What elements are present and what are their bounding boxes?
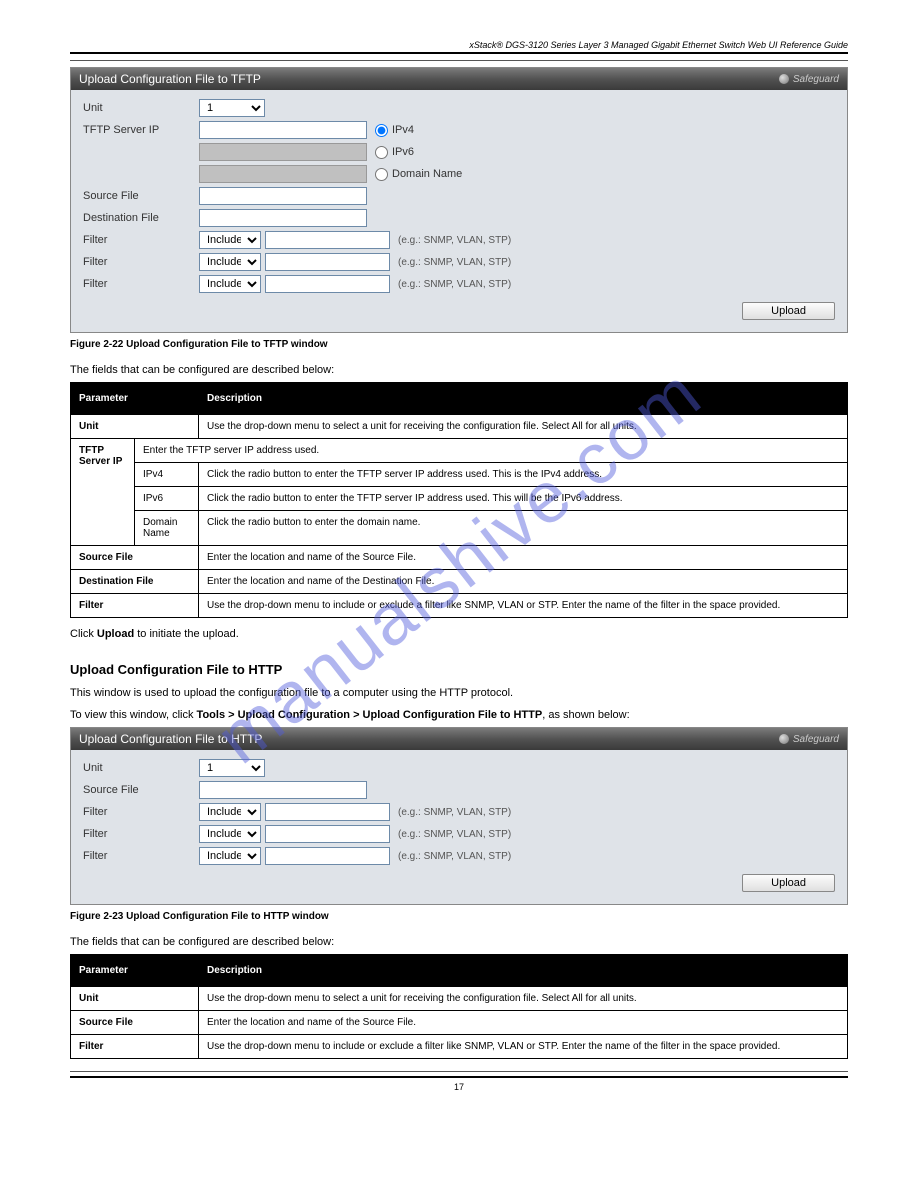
safeguard-badge: Safeguard [779, 74, 839, 85]
source-file-input-2[interactable] [199, 781, 367, 799]
filter-input-6[interactable] [265, 847, 390, 865]
safeguard-icon [779, 734, 789, 744]
filter-hint-3: (e.g.: SNMP, VLAN, STP) [398, 279, 511, 290]
filter-label-1: Filter [83, 234, 199, 246]
table-row: IPv6 Click the radio button to enter the… [71, 487, 848, 511]
filter-input-1[interactable] [265, 231, 390, 249]
unit-select-2[interactable]: 1 [199, 759, 265, 777]
table-row: Domain Name Click the radio button to en… [71, 511, 848, 546]
ipv4-radio[interactable] [375, 124, 388, 137]
table-row: TFTP Server IP Enter the TFTP server IP … [71, 439, 848, 463]
table2-header-description: Description [199, 955, 848, 987]
table-row: Filter Use the drop-down menu to include… [71, 594, 848, 618]
filter-label-4: Filter [83, 806, 199, 818]
parameter-table-1: Parameter Description Unit Use the drop-… [70, 382, 848, 618]
upload-paragraph: Click Upload to initiate the upload. [70, 628, 848, 640]
ipv6-radio[interactable] [375, 146, 388, 159]
unit-label-2: Unit [83, 762, 199, 774]
filter-hint-1: (e.g.: SNMP, VLAN, STP) [398, 235, 511, 246]
http-panel: Upload Configuration File to HTTP Safegu… [70, 727, 848, 905]
filter-label-5: Filter [83, 828, 199, 840]
http-panel-title: Upload Configuration File to HTTP [79, 732, 262, 746]
source-file-input[interactable] [199, 187, 367, 205]
filter-select-3[interactable]: Include [199, 275, 261, 293]
filter-hint-2: (e.g.: SNMP, VLAN, STP) [398, 257, 511, 268]
safeguard-icon [779, 74, 789, 84]
filter-input-4[interactable] [265, 803, 390, 821]
filter-input-2[interactable] [265, 253, 390, 271]
destination-file-label: Destination File [83, 212, 199, 224]
filter-select-4[interactable]: Include [199, 803, 261, 821]
table1-header-parameter: Parameter [71, 383, 199, 415]
table1-header-description: Description [199, 383, 848, 415]
table-row: Destination File Enter the location and … [71, 570, 848, 594]
tftp-panel-title: Upload Configuration File to TFTP [79, 72, 261, 86]
filter-input-3[interactable] [265, 275, 390, 293]
domain-radio[interactable] [375, 168, 388, 181]
unit-select[interactable]: 1 [199, 99, 265, 117]
ipv4-label: IPv4 [392, 124, 414, 136]
ipv4-input[interactable] [199, 121, 367, 139]
page-footer: 17 [70, 1071, 848, 1092]
section-nav: To view this window, click Tools > Uploa… [70, 709, 848, 721]
filter-label-2: Filter [83, 256, 199, 268]
table2-header-parameter: Parameter [71, 955, 199, 987]
safeguard-badge-2: Safeguard [779, 734, 839, 745]
filter-select-6[interactable]: Include [199, 847, 261, 865]
table-row: Source File Enter the location and name … [71, 546, 848, 570]
filter-input-5[interactable] [265, 825, 390, 843]
upload-button-http[interactable]: Upload [742, 874, 835, 892]
table-row: Unit Use the drop-down menu to select a … [71, 987, 848, 1011]
source-file-label: Source File [83, 190, 199, 202]
source-file-label-2: Source File [83, 784, 199, 796]
filter-label-3: Filter [83, 278, 199, 290]
figure-caption-2: Figure 2-23 Upload Configuration File to… [70, 911, 848, 922]
desc-1: The fields that can be configured are de… [70, 364, 848, 376]
figure-caption-1: Figure 2-22 Upload Configuration File to… [70, 339, 848, 350]
table-row: Source File Enter the location and name … [71, 1011, 848, 1035]
page-header: xStack® DGS-3120 Series Layer 3 Managed … [70, 40, 848, 54]
table-row: Unit Use the drop-down menu to select a … [71, 415, 848, 439]
destination-file-input[interactable] [199, 209, 367, 227]
tftp-panel: Upload Configuration File to TFTP Safegu… [70, 67, 848, 333]
filter-select-2[interactable]: Include [199, 253, 261, 271]
domain-label: Domain Name [392, 168, 462, 180]
filter-label-6: Filter [83, 850, 199, 862]
desc-2: The fields that can be configured are de… [70, 936, 848, 948]
filter-select-5[interactable]: Include [199, 825, 261, 843]
parameter-table-2: Parameter Description Unit Use the drop-… [70, 954, 848, 1059]
ipv6-label: IPv6 [392, 146, 414, 158]
table-row: IPv4 Click the radio button to enter the… [71, 463, 848, 487]
filter-select-1[interactable]: Include [199, 231, 261, 249]
domain-input [199, 165, 367, 183]
filter-hint-4: (e.g.: SNMP, VLAN, STP) [398, 807, 511, 818]
section-heading-http: Upload Configuration File to HTTP [70, 662, 848, 677]
upload-button-tftp[interactable]: Upload [742, 302, 835, 320]
table-row: Filter Use the drop-down menu to include… [71, 1035, 848, 1059]
filter-hint-5: (e.g.: SNMP, VLAN, STP) [398, 829, 511, 840]
unit-label: Unit [83, 102, 199, 114]
ipv6-input [199, 143, 367, 161]
filter-hint-6: (e.g.: SNMP, VLAN, STP) [398, 851, 511, 862]
tftp-server-ip-label: TFTP Server IP [83, 124, 199, 136]
section-intro: This window is used to upload the config… [70, 687, 848, 699]
